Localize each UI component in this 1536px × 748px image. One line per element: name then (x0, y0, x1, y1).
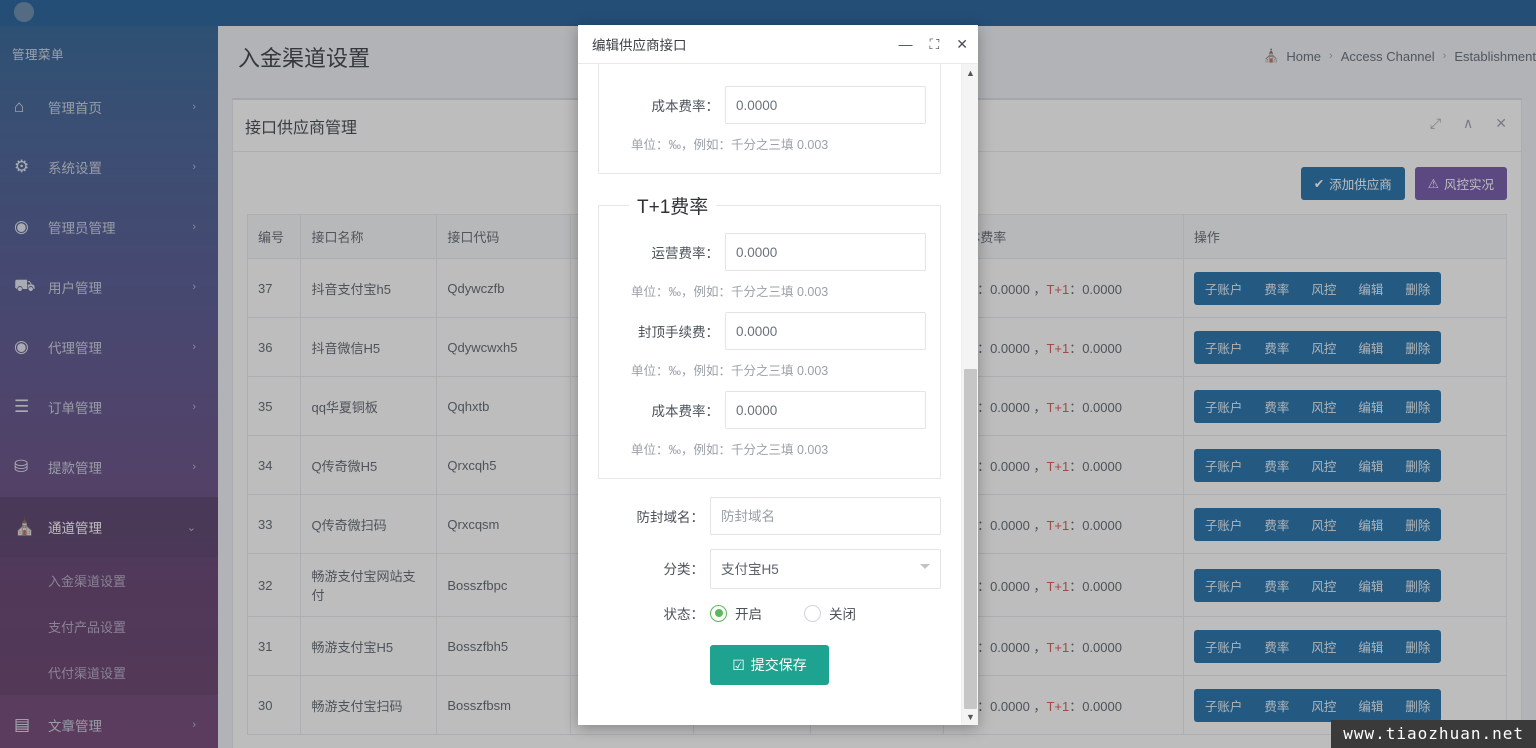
modal-scroll-area: 成本费率： 单位：‰，例如：千分之三填 0.003 T+1费率 运营费率： 单位… (578, 64, 961, 725)
field-row-category: 分类： 支付宝H5 (598, 549, 941, 589)
t1-rate-section: T+1费率 运营费率： 单位：‰，例如：千分之三填 0.003 封顶手续费： 单… (598, 192, 941, 479)
cost-rate-t1-hint: 单位：‰，例如：千分之三填 0.003 (631, 443, 829, 457)
cost-rate-label: 成本费率： (651, 99, 720, 114)
minimize-icon[interactable]: — (898, 37, 912, 51)
submit-save-button[interactable]: ☑ 提交保存 (710, 645, 829, 685)
radio-selected-icon (710, 604, 727, 622)
cap-fee-label: 封顶手续费： (638, 325, 719, 340)
modal-controls: — ⛶ ✕ (898, 37, 968, 51)
category-select[interactable]: 支付宝H5 (710, 549, 941, 589)
domain-label: 防封域名： (636, 510, 705, 525)
operation-rate-input[interactable] (725, 233, 926, 271)
cap-fee-hint: 单位：‰，例如：千分之三填 0.003 (631, 364, 829, 378)
field-row-domain: 防封域名： (598, 497, 941, 535)
field-row-cap-fee: 封顶手续费： (613, 312, 926, 350)
lower-fields: 防封域名： 分类： 支付宝H5 状态： (578, 497, 961, 685)
scrollbar-thumb[interactable] (964, 369, 977, 709)
field-row-status: 状态： 开启 关闭 (598, 603, 941, 623)
check-square-icon: ☑ (732, 656, 745, 673)
submit-save-label: 提交保存 (750, 657, 807, 673)
operation-rate-label: 运营费率： (651, 246, 720, 261)
status-radio-off[interactable]: 关闭 (804, 603, 856, 623)
radio-unselected-icon (804, 604, 821, 622)
cost-rate-t1-input[interactable] (725, 391, 926, 429)
operation-rate-hint: 单位：‰，例如：千分之三填 0.003 (631, 285, 829, 299)
modal-body: 成本费率： 单位：‰，例如：千分之三填 0.003 T+1费率 运营费率： 单位… (578, 64, 978, 725)
status-on-label: 开启 (735, 607, 762, 622)
field-row-operation-rate: 运营费率： (613, 233, 926, 271)
t1-section-legend: T+1费率 (637, 197, 709, 218)
modal-title: 编辑供应商接口 (592, 38, 687, 53)
status-off-label: 关闭 (829, 607, 856, 622)
field-row-cost-rate-t1: 成本费率： (613, 391, 926, 429)
field-row-cost-t0: 成本费率： (613, 86, 926, 124)
close-icon[interactable]: ✕ (956, 37, 968, 51)
category-select-wrapper: 支付宝H5 (710, 549, 941, 589)
cost-rate-input[interactable] (725, 86, 926, 124)
cost-rate-t1-label: 成本费率： (651, 404, 720, 419)
modal-scrollbar[interactable]: ▲ ▼ (961, 64, 978, 725)
domain-input[interactable] (710, 497, 941, 535)
submit-row: ☑ 提交保存 (598, 645, 941, 685)
status-radio-group: 开启 关闭 (710, 603, 898, 623)
app-root: 管理菜单 ⌂ 管理首页 › ⚙ 系统设置 › ◉ 管理员管理 › ⛟ 用户管理 › ◉ 代理管理 › ☰ 订单管… (0, 0, 1536, 748)
cap-fee-input[interactable] (725, 312, 926, 350)
cost-rate-hint: 单位：‰，例如：千分之三填 0.003 (631, 138, 829, 152)
status-radio-on[interactable]: 开启 (710, 603, 762, 623)
t0-section-partial: 成本费率： 单位：‰，例如：千分之三填 0.003 (598, 64, 941, 174)
scroll-down-arrow-icon[interactable]: ▼ (962, 708, 978, 725)
site-watermark: www.tiaozhuan.net (1331, 720, 1536, 748)
category-label: 分类： (663, 562, 705, 577)
status-label: 状态： (663, 607, 705, 622)
edit-supplier-modal: 编辑供应商接口 — ⛶ ✕ 成本费率： 单位：‰，例如：千分之三填 0.003 (578, 25, 978, 725)
maximize-icon[interactable]: ⛶ (929, 37, 939, 51)
modal-header: 编辑供应商接口 — ⛶ ✕ (578, 25, 978, 64)
scroll-up-arrow-icon[interactable]: ▲ (962, 64, 978, 81)
